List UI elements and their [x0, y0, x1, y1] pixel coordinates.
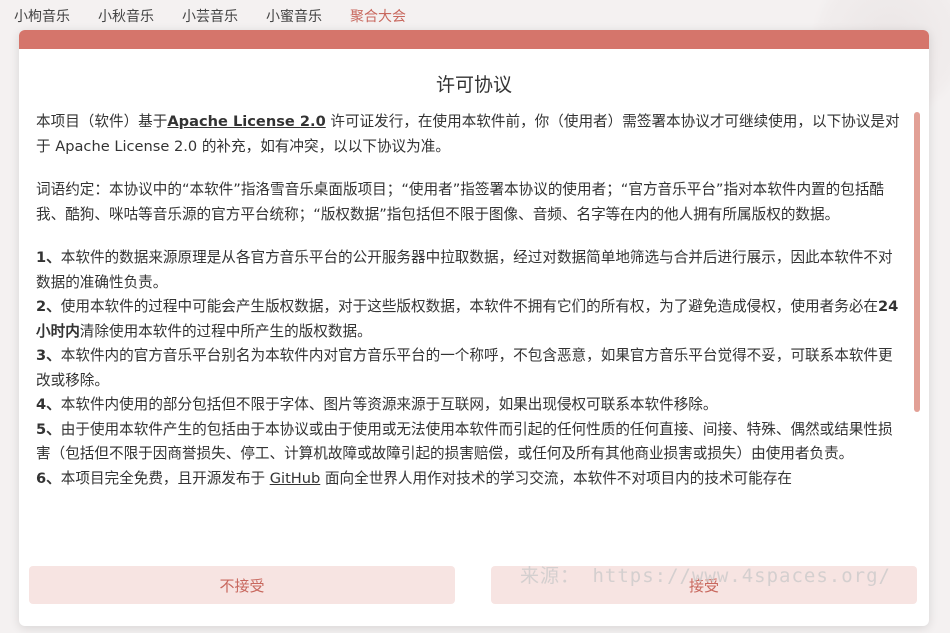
dialog-header-bar — [19, 30, 929, 49]
item-number: 6、 — [36, 469, 61, 487]
item-text-cont: 面向全世界人用作对技术的学习交流，本软件不对项目内的技术可能存在 — [320, 469, 792, 487]
list-item: 6、本项目完全免费，且开源发布于 GitHub 面向全世界人用作对技术的学习交流… — [36, 467, 906, 492]
top-nav: 小枸音乐 小秋音乐 小芸音乐 小蜜音乐 聚合大会 — [0, 0, 950, 34]
list-item: 4、本软件内使用的部分包括但不限于字体、图片等资源来源于互联网，如果出现侵权可联… — [36, 393, 906, 418]
decline-button[interactable]: 不接受 — [29, 566, 455, 604]
intro-text: 本项目（软件）基于 — [36, 113, 168, 130]
list-item: 5、由于使用本软件产生的包括由于本协议或由于使用或无法使用本软件而引起的任何性质… — [36, 418, 906, 467]
license-dialog: 许可协议 本项目（软件）基于Apache License 2.0 许可证发行，在… — [19, 30, 929, 626]
item-number: 1、 — [36, 249, 61, 266]
item-text: 本项目完全免费，且开源发布于 — [60, 469, 270, 487]
terms-paragraph: 词语约定：本协议中的“本软件”指洛雪音乐桌面版项目；“使用者”指签署本协议的使用… — [36, 181, 885, 223]
tab-xiaogou[interactable]: 小枸音乐 — [0, 0, 70, 34]
item-text-cont: 清除使用本软件的过程中所产生的版权数据。 — [79, 322, 372, 340]
scrollbar-thumb[interactable] — [914, 112, 920, 412]
list-item: 2、使用本软件的过程中可能会产生版权数据，对于这些版权数据，本软件不拥有它们的所… — [36, 295, 906, 344]
tab-xiaomi[interactable]: 小蜜音乐 — [252, 0, 322, 34]
item-number: 4、 — [36, 396, 61, 413]
tab-xiaoqiu[interactable]: 小秋音乐 — [84, 0, 154, 34]
list-item: 3、本软件内的官方音乐平台别名为本软件内对官方音乐平台的一个称呼，不包含恶意，如… — [36, 344, 906, 393]
tab-xiaoyun[interactable]: 小芸音乐 — [168, 0, 238, 34]
tab-juhe[interactable]: 聚合大会 — [336, 0, 406, 34]
item-text: 本软件的数据来源原理是从各官方音乐平台的公开服务器中拉取数据，经过对数据简单地筛… — [36, 249, 893, 291]
terms-list: 1、本软件的数据来源原理是从各官方音乐平台的公开服务器中拉取数据，经过对数据简单… — [36, 246, 906, 491]
github-link[interactable]: GitHub — [270, 470, 321, 487]
license-content[interactable]: 本项目（软件）基于Apache License 2.0 许可证发行，在使用本软件… — [36, 110, 906, 576]
item-text: 本软件内使用的部分包括但不限于字体、图片等资源来源于互联网，如果出现侵权可联系本… — [60, 396, 718, 413]
item-number: 3、 — [36, 347, 61, 364]
item-text: 使用本软件的过程中可能会产生版权数据，对于这些版权数据，本软件不拥有它们的所有权… — [60, 298, 879, 315]
dialog-title: 许可协议 — [435, 74, 512, 96]
intro-paragraph: 本项目（软件）基于Apache License 2.0 许可证发行，在使用本软件… — [36, 110, 906, 159]
item-text: 由于使用本软件产生的包括由于本协议或由于使用或无法使用本软件而引起的任何性质的任… — [36, 420, 893, 463]
item-number: 2、 — [36, 298, 61, 315]
accept-button[interactable]: 接受 — [491, 566, 917, 604]
item-text: 本软件内的官方音乐平台别名为本软件内对官方音乐平台的一个称呼，不包含恶意，如果官… — [36, 347, 893, 389]
apache-license-link[interactable]: Apache License 2.0 — [167, 113, 325, 130]
item-number: 5、 — [36, 420, 61, 438]
list-item: 1、本软件的数据来源原理是从各官方音乐平台的公开服务器中拉取数据，经过对数据简单… — [36, 246, 906, 295]
